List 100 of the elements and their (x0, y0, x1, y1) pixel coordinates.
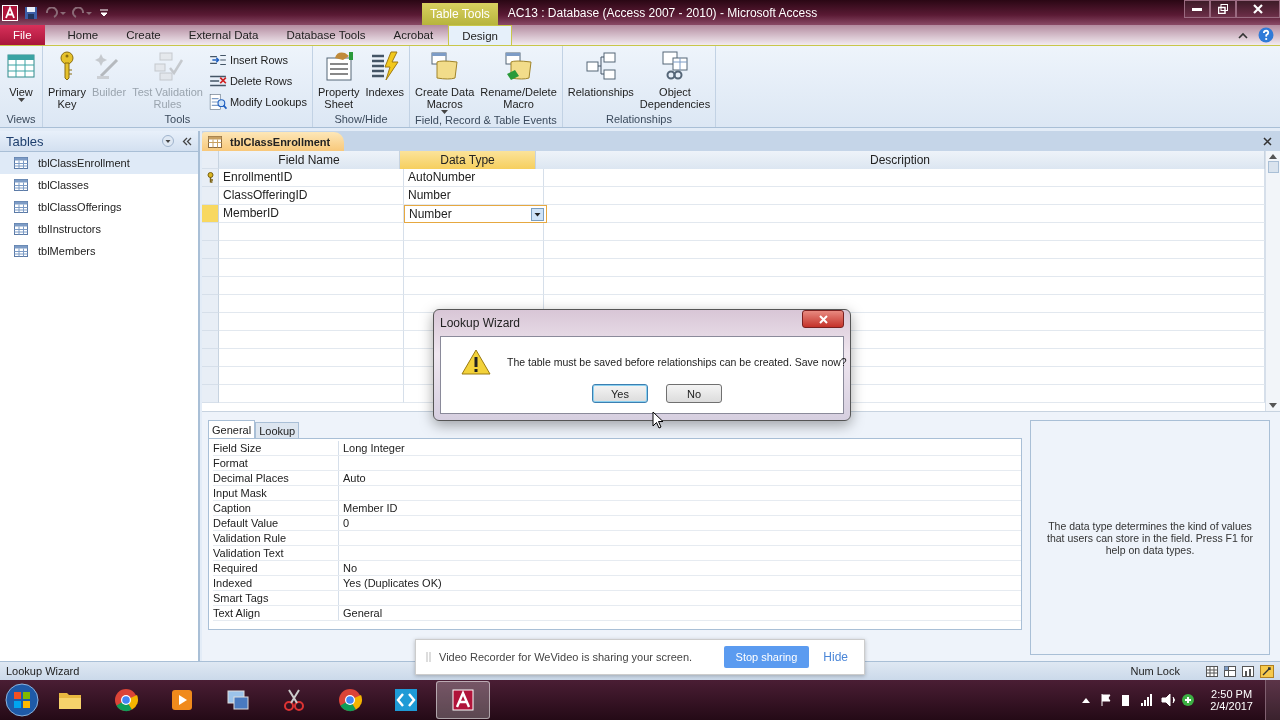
save-icon[interactable] (24, 5, 38, 20)
table-cell[interactable] (404, 259, 544, 277)
property-value-field[interactable]: Long Integer (339, 441, 1021, 455)
file-tab[interactable]: File (0, 25, 45, 45)
taskbar-app-button[interactable] (436, 681, 490, 719)
property-label: Required (213, 561, 339, 575)
pivot-table-view-icon[interactable] (1224, 665, 1236, 677)
ribbon-small-button[interactable]: Modify Lookups (206, 92, 309, 111)
property-value-field[interactable]: 0 (339, 516, 1021, 530)
table-cell[interactable] (404, 223, 544, 241)
close-button[interactable] (802, 310, 844, 328)
ribbon-button[interactable]: Indexes (363, 50, 407, 98)
collapse-pane-icon[interactable] (182, 136, 192, 146)
dialog-title: Lookup Wizard (440, 316, 521, 330)
ribbon-tab[interactable]: Acrobat (380, 25, 447, 45)
nav-item[interactable]: tblInstructors (0, 218, 198, 240)
help-icon[interactable] (1258, 27, 1274, 43)
property-label: Validation Text (213, 546, 339, 560)
ribbon-tab[interactable]: Home (54, 25, 112, 45)
close-button[interactable] (1236, 0, 1280, 18)
undo-icon[interactable] (44, 6, 66, 19)
nav-item[interactable]: tblClassOfferings (0, 196, 198, 218)
start-button[interactable] (4, 682, 40, 718)
property-value-field[interactable]: Auto (339, 471, 1021, 485)
ribbon-button[interactable]: Property Sheet (315, 50, 362, 110)
table-cell[interactable] (219, 313, 404, 331)
ribbon-small-button[interactable]: Delete Rows (206, 71, 309, 90)
clock-time[interactable]: 2:50 PM (1211, 688, 1253, 700)
hide-link[interactable]: Hide (817, 650, 854, 664)
nav-item[interactable]: tblClassEnrollment (0, 152, 198, 174)
minimize-button[interactable] (1184, 0, 1210, 18)
nav-item[interactable]: tblClasses (0, 174, 198, 196)
table-icon (14, 223, 28, 235)
data-type-dropdown[interactable]: Number (404, 205, 547, 223)
dialog-button[interactable]: Yes (592, 384, 648, 403)
data-type-cell[interactable]: AutoNumber (404, 169, 544, 187)
property-value-field[interactable]: Member ID (339, 501, 1021, 515)
table-cell[interactable] (544, 223, 1265, 241)
description-cell[interactable] (544, 187, 1265, 205)
ribbon-tab[interactable]: Database Tools (273, 25, 379, 45)
field-name-cell[interactable]: ClassOfferingID (219, 187, 404, 205)
property-value-field[interactable]: General (339, 606, 1021, 620)
description-cell[interactable] (544, 169, 1265, 187)
data-type-cell[interactable]: Number (404, 187, 544, 205)
property-value-field[interactable]: No (339, 561, 1021, 575)
table-cell[interactable] (544, 259, 1265, 277)
vertical-scrollbar[interactable] (1265, 151, 1280, 411)
ribbon-button[interactable]: Object Dependencies (637, 50, 713, 110)
ribbon-tab[interactable]: External Data (175, 25, 272, 45)
table-cell[interactable] (219, 367, 404, 385)
dialog-button[interactable]: No (666, 384, 722, 403)
table-cell[interactable] (219, 331, 404, 349)
pivot-chart-view-icon[interactable] (1242, 665, 1254, 677)
description-cell[interactable] (547, 205, 1265, 223)
close-icon (1253, 4, 1263, 14)
table-cell[interactable] (404, 241, 544, 259)
scroll-down-icon[interactable] (1269, 403, 1277, 408)
ribbon-button[interactable]: Create Data Macros (413, 50, 477, 114)
field-name-cell[interactable]: MemberID (219, 205, 404, 223)
table-cell[interactable] (219, 295, 404, 313)
table-cell[interactable] (219, 259, 404, 277)
customize-toolbar-icon[interactable] (100, 8, 108, 17)
restore-button[interactable] (1210, 0, 1236, 18)
close-icon[interactable] (1263, 136, 1272, 146)
collapse-ribbon-icon[interactable] (1238, 31, 1248, 39)
ribbon-button[interactable]: Primary Key (46, 50, 88, 110)
document-tab[interactable]: tblClassEnrollment (202, 132, 345, 151)
nav-item[interactable]: tblMembers (0, 240, 198, 262)
column-header: Description (536, 151, 1265, 169)
ribbon-button[interactable]: View (3, 50, 39, 102)
ribbon-button[interactable]: Rename/Delete Macro (478, 50, 559, 110)
field-name-cell[interactable]: EnrollmentID (219, 169, 404, 187)
table-cell[interactable] (219, 223, 404, 241)
design-view-icon[interactable] (1260, 664, 1274, 678)
grip-icon (426, 652, 431, 662)
clock-date[interactable]: 2/4/2017 (1210, 700, 1253, 712)
property-tab[interactable]: General (208, 420, 256, 438)
table-cell[interactable] (219, 385, 404, 403)
ribbon-tab[interactable]: Create (113, 25, 174, 45)
ribbon-tab[interactable]: Design (448, 25, 512, 45)
scroll-up-icon[interactable] (1269, 154, 1277, 159)
scroll-thumb[interactable] (1267, 161, 1279, 173)
property-tab[interactable]: Lookup (255, 422, 300, 438)
dropdown-icon[interactable] (162, 135, 174, 147)
chrome-icon (113, 687, 139, 713)
table-cell[interactable] (544, 241, 1265, 259)
row-selector[interactable] (202, 169, 219, 187)
property-value-field[interactable]: Yes (Duplicates OK) (339, 576, 1021, 590)
redo-icon[interactable] (72, 6, 94, 19)
access-logo-icon[interactable] (2, 4, 18, 21)
datasheet-view-icon[interactable] (1206, 665, 1218, 677)
ribbon-button[interactable]: Relationships (565, 50, 636, 98)
table-cell[interactable] (219, 349, 404, 367)
ribbon-group-label: Show/Hide (333, 113, 389, 127)
table-cell[interactable] (219, 277, 404, 295)
ribbon-small-button[interactable]: Insert Rows (206, 50, 309, 69)
table-cell[interactable] (404, 277, 544, 295)
minimize-icon (1192, 7, 1202, 11)
table-cell[interactable] (544, 277, 1265, 295)
table-cell[interactable] (219, 241, 404, 259)
